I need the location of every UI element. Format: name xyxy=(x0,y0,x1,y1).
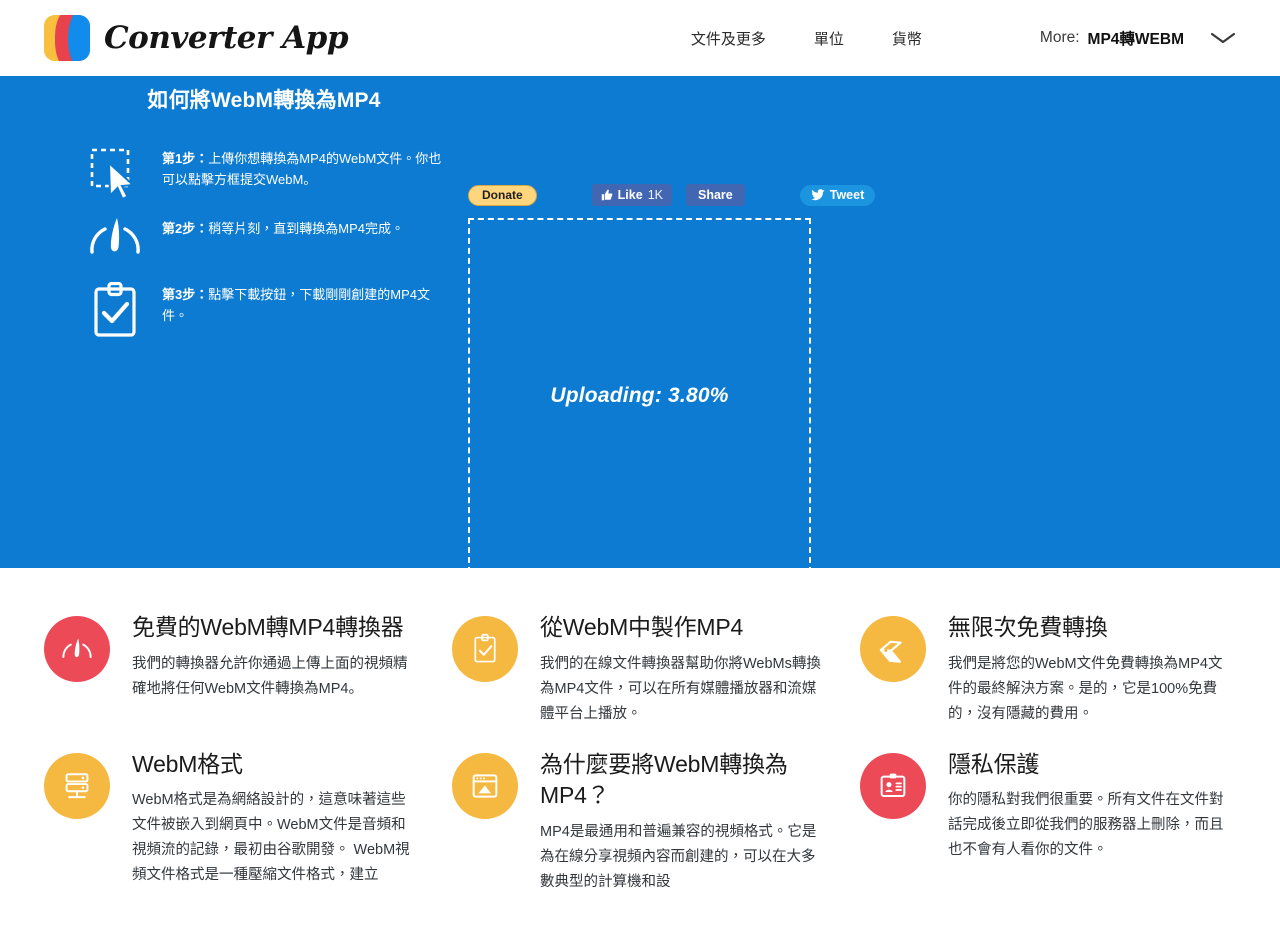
how-to-step-number: 第2步： xyxy=(162,221,209,236)
server-stack-icon xyxy=(44,752,110,819)
site-header: Converter App 文件及更多 單位 貨幣 More: MP4轉WEBM xyxy=(0,0,1280,76)
facebook-share-button[interactable]: Share xyxy=(685,184,745,206)
clipboard-check-icon xyxy=(452,616,518,682)
nav-item-units[interactable]: 單位 xyxy=(814,28,844,49)
id-card-icon xyxy=(860,752,926,819)
facebook-like-label: Like xyxy=(617,188,643,202)
main-navigation: 文件及更多 單位 貨幣 More: MP4轉WEBM xyxy=(691,27,1236,49)
feature-title: 免費的WebM轉MP4轉換器 xyxy=(132,614,404,640)
brand-name: Converter App xyxy=(104,20,349,56)
upload-status-text: Uploading: 3.80% xyxy=(550,383,729,407)
cursor-select-icon xyxy=(84,144,146,200)
converter-app-logo-icon xyxy=(44,15,90,61)
facebook-like-count: 1K xyxy=(647,188,663,202)
more-dropdown[interactable]: More: MP4轉WEBM xyxy=(1040,27,1236,49)
feature-grid: 免費的WebM轉MP4轉換器 我們的轉換器允許你通過上傳上面的視頻精確地將任何W… xyxy=(44,596,1236,895)
nav-item-documents[interactable]: 文件及更多 xyxy=(691,28,766,49)
hero-section: 如何將WebM轉換為MP4 第1步：上傳你想轉換為MP4的WebM文件。你也可以… xyxy=(0,76,1280,573)
feature-description: 我們的在線文件轉換器幫助你將WebMs轉換為MP4文件，可以在所有媒體播放器和流… xyxy=(540,655,821,722)
facebook-share-label: Share xyxy=(697,188,733,202)
feature-card: 免費的WebM轉MP4轉換器 我們的轉換器允許你通過上傳上面的視頻精確地將任何W… xyxy=(44,596,420,727)
feature-card: 為什麼要將WebM轉換為MP4？ MP4是最通用和普遍兼容的視頻格式。它是為在線… xyxy=(452,733,828,895)
twitter-tweet-button[interactable]: Tweet xyxy=(799,184,876,206)
feature-description: WebM格式是為網絡設計的，這意味著這些文件被嵌入到網頁中。WebM文件是音頻和… xyxy=(132,792,410,884)
how-to-step: 第2步：稍等片刻，直到轉換為MP4完成。 xyxy=(84,214,444,258)
nav-item-currency[interactable]: 貨幣 xyxy=(892,28,922,49)
feature-card: WebM格式 WebM格式是為網絡設計的，這意味著這些文件被嵌入到網頁中。Web… xyxy=(44,733,420,895)
donate-button[interactable]: Donate xyxy=(468,184,537,206)
feature-title: 從WebM中製作MP4 xyxy=(540,614,744,640)
social-actions-row: Donate Like 1K Share Tweet xyxy=(468,184,876,206)
features-section: 免費的WebM轉MP4轉換器 我們的轉換器允許你通過上傳上面的視頻精確地將任何W… xyxy=(0,568,1280,950)
nav-link-units[interactable]: 單位 xyxy=(814,31,844,48)
twitter-tweet-label: Tweet xyxy=(829,188,865,202)
how-to-step: 第3步：點擊下載按鈕，下載剛剛創建的MP4文件。 xyxy=(84,280,444,338)
nav-link-documents[interactable]: 文件及更多 xyxy=(691,31,766,48)
nav-links-list: 文件及更多 單位 貨幣 xyxy=(691,28,922,49)
more-value: MP4轉WEBM xyxy=(1087,31,1184,48)
feature-card: 無限次免費轉換 我們是將您的WebM文件免費轉換為MP4文件的最終解決方案。是的… xyxy=(860,596,1236,727)
chevron-down-icon[interactable] xyxy=(1210,31,1236,45)
feature-description: 你的隱私對我們很重要。所有文件在文件對話完成後立即從我們的服務器上刪除，而且也不… xyxy=(948,792,1224,859)
how-to-panel: 如何將WebM轉換為MP4 第1步：上傳你想轉換為MP4的WebM文件。你也可以… xyxy=(84,84,444,360)
how-to-step-text: 第2步：稍等片刻，直到轉換為MP4完成。 xyxy=(162,214,404,239)
feature-title: 為什麼要將WebM轉換為MP4？ xyxy=(540,750,788,809)
brand-link[interactable]: Converter App xyxy=(44,15,349,61)
more-label: More: xyxy=(1039,29,1080,46)
how-to-step-body: 稍等片刻，直到轉換為MP4完成。 xyxy=(208,221,404,236)
price-tag-free-icon xyxy=(860,616,926,682)
how-to-title: 如何將WebM轉換為MP4 xyxy=(147,89,381,112)
thumbs-up-icon xyxy=(601,189,613,201)
how-to-step-number: 第1步： xyxy=(162,151,209,166)
how-to-step-text: 第3步：點擊下載按鈕，下載剛剛創建的MP4文件。 xyxy=(162,280,444,326)
how-to-step: 第1步：上傳你想轉換為MP4的WebM文件。你也可以點擊方框提交WebM。 xyxy=(84,144,444,200)
feature-description: 我們的轉換器允許你通過上傳上面的視頻精確地將任何WebM文件轉換為MP4。 xyxy=(132,655,408,697)
feature-description: 我們是將您的WebM文件免費轉換為MP4文件的最終解決方案。是的，它是100%免… xyxy=(948,655,1223,722)
nav-link-currency[interactable]: 貨幣 xyxy=(892,31,922,48)
facebook-like-button[interactable]: Like 1K xyxy=(591,184,672,206)
twitter-bird-icon xyxy=(810,189,825,201)
how-to-step-number: 第3步： xyxy=(162,287,209,302)
feature-title: 無限次免費轉換 xyxy=(948,614,1108,640)
file-dropzone[interactable]: Uploading: 3.80% xyxy=(468,218,811,573)
feature-card: 從WebM中製作MP4 我們的在線文件轉換器幫助你將WebMs轉換為MP4文件，… xyxy=(452,596,828,727)
clipboard-check-icon xyxy=(84,280,146,338)
browser-window-icon xyxy=(452,752,518,819)
speedometer-icon xyxy=(84,214,146,258)
feature-description: MP4是最通用和普遍兼容的視頻格式。它是為在線分享視頻內容而創建的，可以在大多數… xyxy=(540,824,817,890)
feature-title: WebM格式 xyxy=(132,750,243,777)
how-to-step-text: 第1步：上傳你想轉換為MP4的WebM文件。你也可以點擊方框提交WebM。 xyxy=(162,144,444,190)
speedometer-icon xyxy=(44,616,110,682)
feature-title: 隱私保護 xyxy=(948,750,1040,777)
feature-card: 隱私保護 你的隱私對我們很重要。所有文件在文件對話完成後立即從我們的服務器上刪除… xyxy=(860,733,1236,895)
